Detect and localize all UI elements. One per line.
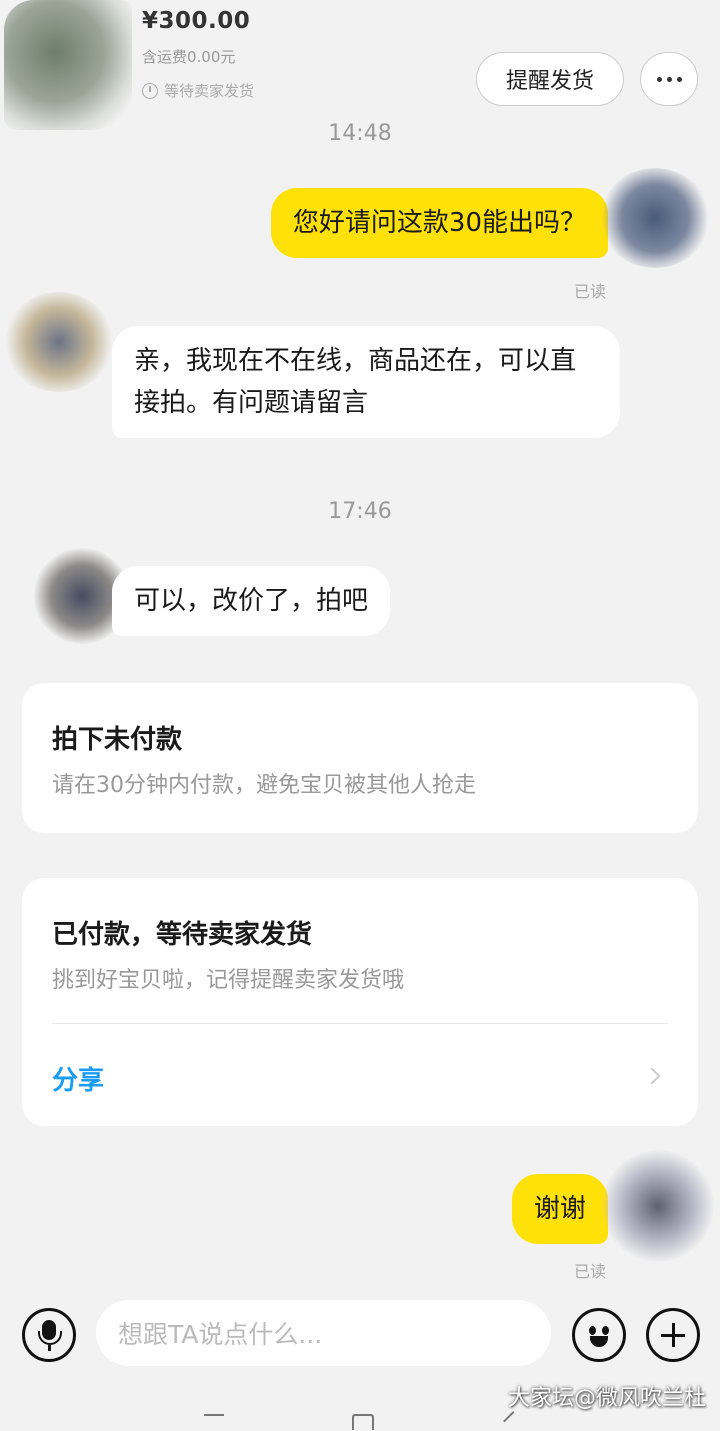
message-input[interactable]: 想跟TA说点什么... <box>96 1300 551 1366</box>
timestamp: 17:46 <box>328 499 392 524</box>
message-bubble-sent[interactable]: 您好请问这款30能出吗？ <box>270 188 608 258</box>
timestamp: 14:48 <box>328 121 392 146</box>
remind-ship-button[interactable]: 提醒发货 <box>476 52 624 106</box>
my-avatar[interactable] <box>602 1150 714 1262</box>
home-nav-icon[interactable] <box>352 1414 374 1430</box>
chevron-right-icon[interactable] <box>643 1067 661 1085</box>
read-receipt: 已读 <box>574 1262 607 1281</box>
order-price: ¥300.00 <box>142 8 251 34</box>
shipping-fee: 含运费0.00元 <box>142 48 236 66</box>
order-status: 等待卖家发货 <box>142 80 254 101</box>
card-subtitle: 挑到好宝贝啦，记得提醒卖家发货哦 <box>52 968 405 993</box>
order-card-paid[interactable]: 已付款，等待卖家发货 挑到好宝贝啦，记得提醒卖家发货哦 分享 <box>22 878 698 1126</box>
my-avatar[interactable] <box>600 168 710 268</box>
read-receipt: 已读 <box>574 282 607 301</box>
product-thumbnail[interactable] <box>4 0 132 130</box>
share-link[interactable]: 分享 <box>52 1060 104 1097</box>
order-header: ¥300.00 含运费0.00元 等待卖家发货 提醒发货 <box>0 0 720 130</box>
order-status-label: 等待卖家发货 <box>164 82 255 100</box>
emoji-icon[interactable] <box>572 1308 626 1362</box>
clock-icon <box>142 82 158 99</box>
microphone-icon[interactable] <box>22 1308 76 1362</box>
card-title: 已付款，等待卖家发货 <box>52 920 313 950</box>
message-bubble-received[interactable]: 亲，我现在不在线，商品还在，可以直接拍。有问题请留言 <box>112 326 620 438</box>
more-icon[interactable] <box>640 52 698 106</box>
seller-avatar[interactable] <box>4 292 114 392</box>
menu-nav-icon[interactable] <box>204 1414 224 1430</box>
watermark: 大家坛@微风吹兰杜 <box>507 1386 706 1411</box>
card-title: 拍下未付款 <box>52 725 183 755</box>
divider <box>52 1023 668 1024</box>
card-subtitle: 请在30分钟内付款，避免宝贝被其他人抢走 <box>52 773 476 798</box>
message-input-bar: 想跟TA说点什么... <box>0 1290 720 1380</box>
message-bubble-sent[interactable]: 谢谢 <box>511 1174 608 1244</box>
message-bubble-received[interactable]: 可以，改价了，拍吧 <box>112 566 391 636</box>
order-card-unpaid[interactable]: 拍下未付款 请在30分钟内付款，避免宝贝被其他人抢走 <box>22 683 698 833</box>
plus-icon[interactable] <box>646 1308 700 1362</box>
